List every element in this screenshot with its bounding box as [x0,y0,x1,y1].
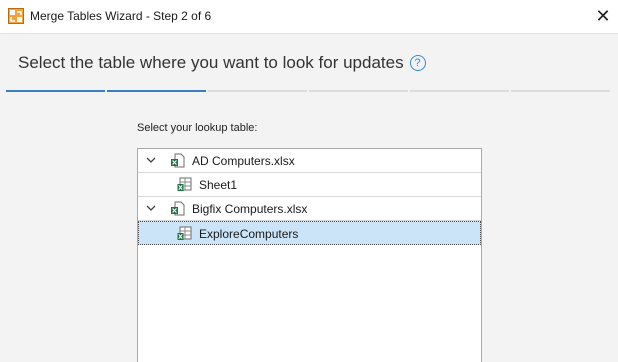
close-button[interactable]: ✕ [588,0,618,33]
excel-workbook-icon [171,153,185,168]
excel-sheet-icon [177,177,192,191]
window-title: Merge Tables Wizard - Step 2 of 6 [30,9,212,23]
step-indicator-6 [511,90,610,92]
title-bar: Merge Tables Wizard - Step 2 of 6 ✕ [0,0,618,33]
step-indicator-5 [410,90,509,92]
excel-sheet-icon [177,226,192,240]
step-indicator-2 [107,90,206,92]
tree-item-sheet1[interactable]: Sheet1 [138,173,481,197]
merge-tables-app-icon [8,8,24,24]
chevron-down-icon[interactable] [146,203,156,213]
step-progress [6,90,610,92]
tree-item-label: Sheet1 [199,178,238,192]
page-title-text: Select the table where you want to look … [18,53,404,72]
step-indicator-4 [309,90,408,92]
tree-item-label: AD Computers.xlsx [192,154,295,168]
chevron-down-icon[interactable] [146,155,156,165]
tree-item-label: Bigfix Computers.xlsx [192,202,308,216]
lookup-table-tree[interactable]: AD Computers.xlsx Sheet1 Bigfix Computer… [137,148,482,362]
tree-item-explorecomputers[interactable]: ExploreComputers [138,221,481,245]
tree-item-bigfix-computers[interactable]: Bigfix Computers.xlsx [138,197,481,221]
page-title: Select the table where you want to look … [18,53,426,73]
tree-item-ad-computers[interactable]: AD Computers.xlsx [138,149,481,173]
help-icon[interactable]: ? [409,55,426,71]
step-indicator-3 [208,90,307,92]
divider [0,33,618,34]
step-indicator-1 [6,90,105,92]
lookup-table-label: Select your lookup table: [137,122,258,134]
tree-item-label: ExploreComputers [199,227,299,241]
close-icon: ✕ [595,6,611,26]
excel-workbook-icon [171,201,185,216]
